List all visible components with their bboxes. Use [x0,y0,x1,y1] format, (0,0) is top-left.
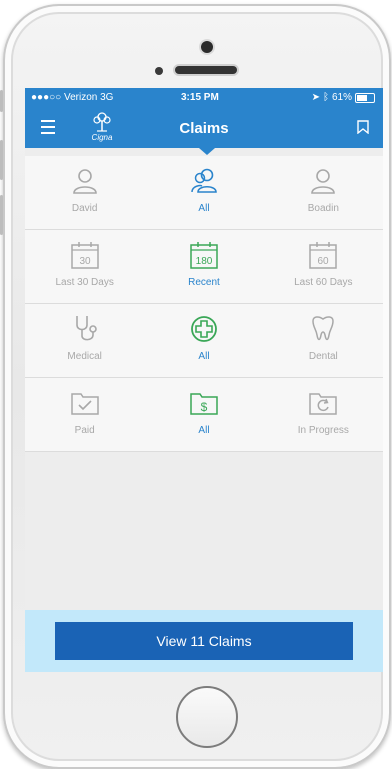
action-bar: View 11 Claims [25,610,383,672]
calendar-icon: 30 [70,242,99,269]
nav-bar: Cigna Claims [25,108,383,148]
view-claims-button[interactable]: View 11 Claims [55,622,353,660]
filter-time-recent[interactable]: 180 Recent [144,230,263,303]
filter-label: In Progress [297,425,349,436]
filter-label: Boadin [307,203,339,214]
filter-person-david[interactable]: David [25,156,144,229]
volume-down-button[interactable] [0,195,3,235]
filter-time-30[interactable]: 30 Last 30 Days [25,230,144,303]
battery-percent: 61% [331,92,352,103]
battery-icon [355,92,375,103]
carrier-signal: ●●●○○ Verizon 3G [31,92,114,103]
filter-row-people: David All Boadin [25,156,383,230]
filter-status-in-progress[interactable]: In Progress [264,378,383,451]
filter-person-boadin[interactable]: Boadin [264,156,383,229]
filter-label: Paid [74,425,95,436]
filter-row-type: Medical All Dental [25,304,383,378]
nav-indicator [199,148,215,155]
status-right: ➤ ᛒ 61% [312,92,375,103]
bookmark-icon[interactable] [357,120,369,134]
person-icon [311,169,336,194]
filter-person-all[interactable]: All [144,156,263,229]
calendar-icon: 60 [309,242,338,269]
filter-label: David [71,203,98,214]
filter-label: All [198,425,210,436]
dollar-glyph: $ [201,400,208,414]
folder-check-icon [70,393,99,415]
volume-up-button[interactable] [0,140,3,180]
bluetooth-icon: ᛒ [322,92,329,103]
earpiece-speaker [175,66,237,74]
filter-grid: David All Boadin 30 Last 30 Days 180 Rec… [25,156,383,452]
proximity-sensor [155,67,163,75]
stethoscope-icon [75,316,97,341]
group-icon [191,168,217,193]
filter-type-medical[interactable]: Medical [25,304,144,377]
filter-label: Recent [188,277,220,288]
filter-status-all[interactable]: $ All [144,378,263,451]
filter-label: All [198,203,210,214]
calendar-number: 180 [196,256,213,267]
filter-type-dental[interactable]: Dental [264,304,383,377]
folder-refresh-icon [309,393,338,415]
filter-label: Medical [67,351,102,362]
mute-switch[interactable] [0,90,3,112]
person-icon [72,169,97,194]
filter-row-status: Paid $ All In Progress [25,378,383,452]
status-bar: ●●●○○ Verizon 3G 3:15 PM ➤ ᛒ 61% [25,88,383,108]
home-button[interactable] [176,686,238,748]
page-title: Claims [179,120,229,137]
folder-dollar-icon: $ [190,393,218,415]
status-time: 3:15 PM [181,92,219,103]
filter-time-60[interactable]: 60 Last 60 Days [264,230,383,303]
filter-label: Last 60 Days [294,277,353,288]
front-camera [201,41,213,53]
filter-row-time: 30 Last 30 Days 180 Recent 60 Last 60 Da… [25,230,383,304]
calendar-icon: 180 [190,242,218,269]
medical-cross-icon [191,316,217,342]
filter-label: All [198,351,210,362]
filter-status-paid[interactable]: Paid [25,378,144,451]
filter-type-all[interactable]: All [144,304,263,377]
calendar-number: 30 [79,256,91,267]
app-screen: ●●●○○ Verizon 3G 3:15 PM ➤ ᛒ 61% Cigna C… [25,88,383,672]
filter-label: Last 30 Days [55,277,114,288]
filter-label: Dental [308,351,338,362]
tooth-icon [312,316,335,341]
calendar-number: 60 [318,256,330,267]
location-arrow-icon: ➤ [311,92,320,103]
